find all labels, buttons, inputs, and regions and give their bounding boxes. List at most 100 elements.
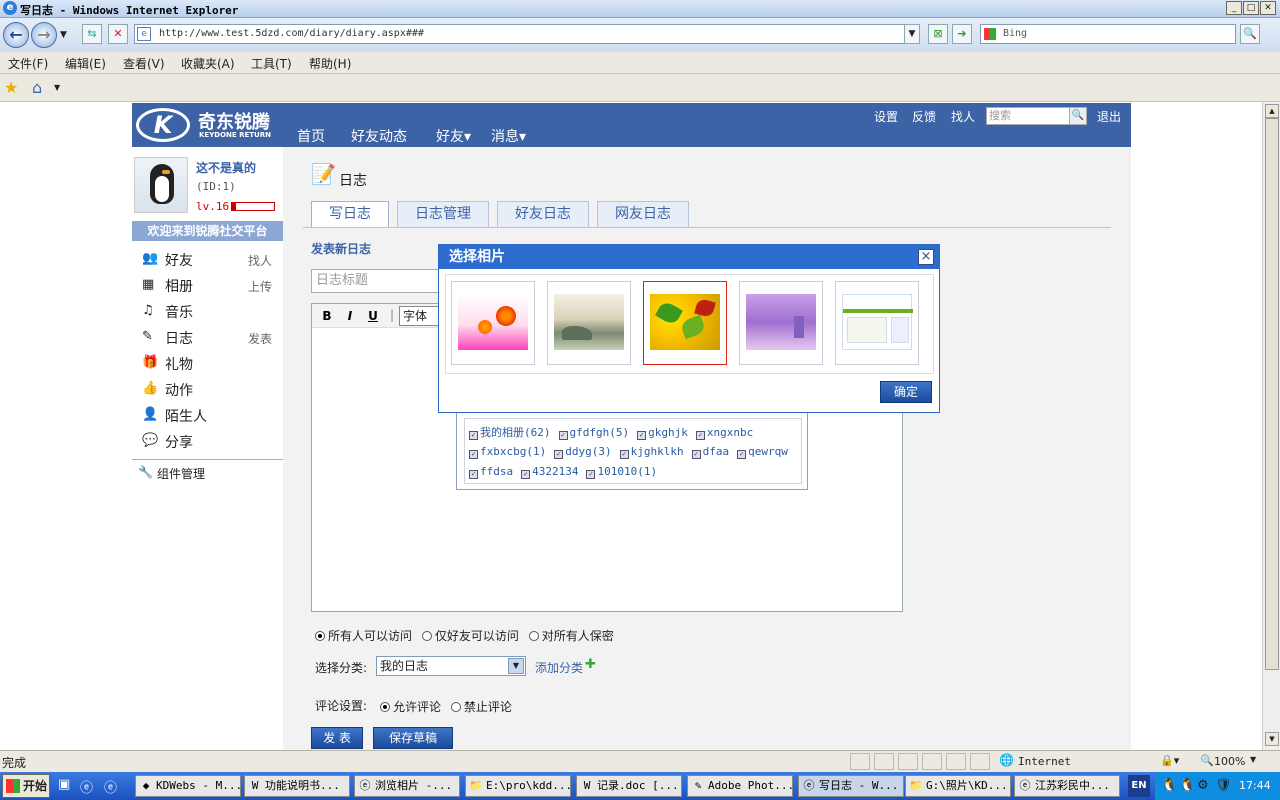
photo-thumb-3[interactable] (643, 281, 727, 365)
taskbar-task-1[interactable]: W 功能说明书... (244, 775, 350, 797)
vertical-scrollbar[interactable]: ▲ ▼ (1262, 102, 1280, 750)
album-checkbox[interactable]: ✓ (554, 450, 564, 459)
font-select[interactable]: 字体 (399, 306, 439, 326)
sidebar-item-0[interactable]: 👥 好友 找人 (142, 250, 278, 270)
sidebar-item-2[interactable]: ♫ 音乐 (142, 302, 278, 322)
photo-thumb-1[interactable] (451, 281, 535, 365)
album-checkbox[interactable]: ✓ (637, 431, 647, 440)
maximize-button[interactable]: □ (1243, 1, 1259, 15)
sidebar-item-4[interactable]: 🎁 礼物 (142, 354, 278, 374)
album-checkbox[interactable]: ✓ (695, 431, 705, 440)
protected-mode-icon[interactable]: 🔒▾ (1160, 754, 1179, 767)
forbid-comment-option[interactable]: 禁止评论 (450, 700, 512, 714)
add-category-link[interactable]: 添加分类 (535, 659, 583, 676)
dialog-close-button[interactable]: × (918, 249, 934, 265)
history-dropdown-icon[interactable]: ▼ (60, 30, 67, 40)
menu-view[interactable]: 查看(V) (123, 55, 165, 72)
album-checkbox[interactable]: ✓ (691, 450, 701, 459)
sidebar-item-label[interactable]: 音乐 (165, 302, 193, 322)
album-item[interactable]: ✓ ddyg(3) (554, 445, 612, 459)
sidebar-item-label[interactable]: 陌生人 (165, 406, 207, 426)
forward-button[interactable]: → (31, 22, 57, 48)
category-select[interactable]: 我的日志 ▼ (376, 656, 526, 676)
taskbar-task-3[interactable]: 📁 E:\pro\kdd... (465, 775, 571, 797)
menu-favorites[interactable]: 收藏夹(A) (181, 55, 235, 72)
sidebar-item-action[interactable]: 找人 (248, 252, 272, 269)
album-checkbox[interactable]: ✓ (469, 470, 478, 479)
save-draft-button[interactable]: 保存草稿 (373, 727, 453, 749)
taskbar-task-7[interactable]: 📁 G:\照片\KD... (905, 775, 1011, 797)
taskbar-task-8[interactable]: ⓔ 江苏彩民中... (1014, 775, 1120, 797)
tab-friend-diary[interactable]: 好友日志 (497, 201, 589, 227)
privacy-friends-radio[interactable] (421, 631, 432, 641)
album-checkbox[interactable]: ✓ (469, 450, 478, 459)
logout-link[interactable]: 退出 (1097, 108, 1121, 125)
album-checkbox[interactable]: ✓ (558, 431, 568, 440)
refresh-button[interactable]: ⇆ (82, 24, 102, 44)
sidebar-item-label[interactable]: 相册 (165, 276, 193, 296)
taskbar-task-2[interactable]: ⓔ 浏览相片 -... (354, 775, 460, 797)
taskbar-task-5[interactable]: ✎ Adobe Phot... (687, 775, 793, 797)
privacy-private-option[interactable]: 对所有人保密 (528, 629, 614, 643)
sidebar-item-6[interactable]: 👤 陌生人 (142, 406, 278, 426)
nav-friends[interactable]: 好友▾ (436, 126, 471, 146)
nav-friend-feed[interactable]: 好友动态 (351, 126, 407, 146)
album-item[interactable]: ✓ gfdfgh(5) (558, 426, 629, 440)
album-item[interactable]: ✓ qewrqw (737, 445, 788, 459)
photo-thumb-4[interactable] (739, 281, 823, 365)
privacy-public-option[interactable]: 所有人可以访问 (315, 629, 412, 643)
start-button[interactable]: 开始 (2, 774, 50, 798)
profile-name[interactable]: 这不是真的 (196, 159, 256, 176)
bold-button[interactable]: B (318, 307, 336, 325)
address-input[interactable]: http://www.test.5dzd.com/diary/diary.asp… (134, 24, 920, 44)
site-search-input[interactable]: 搜索 (986, 107, 1070, 125)
album-item[interactable]: ✓ fxbxcbg(1) (469, 445, 546, 459)
sidebar-item-label[interactable]: 好友 (165, 250, 193, 270)
taskbar-task-0[interactable]: ◆ KDWebs - M... (135, 775, 241, 797)
privacy-friends-option[interactable]: 仅好友可以访问 (421, 629, 519, 643)
sidebar-item-1[interactable]: ▦ 相册 上传 (142, 276, 278, 296)
photo-thumb-5[interactable] (835, 281, 919, 365)
quicklaunch-ie-icon[interactable]: ⓔ (80, 777, 93, 796)
settings-link[interactable]: 设置 (874, 108, 898, 125)
tab-net-diary[interactable]: 网友日志 (597, 201, 689, 227)
language-indicator[interactable]: EN (1128, 775, 1150, 797)
sidebar-item-action[interactable]: 上传 (248, 278, 272, 295)
minimize-button[interactable]: _ (1226, 1, 1242, 15)
zoom-dropdown-icon[interactable]: ▼ (1250, 755, 1256, 764)
plus-icon[interactable]: ✚ (585, 657, 596, 672)
home-icon[interactable]: ⌂ (32, 78, 42, 97)
avatar[interactable] (134, 157, 188, 213)
back-button[interactable]: ← (3, 22, 29, 48)
nav-messages[interactable]: 消息▾ (491, 126, 526, 146)
sidebar-item-label[interactable]: 日志 (165, 328, 193, 348)
album-checkbox[interactable]: ✓ (737, 450, 747, 459)
allow-comment-radio[interactable] (380, 702, 390, 712)
tab-diary-manage[interactable]: 日志管理 (397, 201, 489, 227)
privacy-private-radio[interactable] (528, 631, 539, 641)
menu-help[interactable]: 帮助(H) (309, 55, 351, 72)
favorites-star-icon[interactable]: ★ (4, 78, 18, 97)
underline-button[interactable]: U (364, 307, 382, 325)
close-window-button[interactable]: ✕ (1260, 1, 1276, 15)
album-checkbox[interactable]: ✓ (586, 470, 596, 479)
zoom-level[interactable]: 100% (1214, 755, 1245, 768)
album-item[interactable]: ✓ kjghklkh (619, 445, 684, 459)
search-button[interactable]: 🔍 (1240, 24, 1260, 44)
nav-home[interactable]: 首页 (297, 126, 325, 146)
qq-icon[interactable]: 🐧 (1161, 778, 1177, 793)
site-logo[interactable]: K 奇东锐腾 KEYDONE RETURN (136, 106, 286, 144)
tray-app-icon[interactable]: ⚙ (1197, 778, 1209, 793)
sidebar-item-7[interactable]: 💬 分享 (142, 432, 278, 452)
sidebar-item-action[interactable]: 发表 (248, 330, 272, 347)
stop-button[interactable]: ✕ (108, 24, 128, 44)
tab-write-diary[interactable]: 写日志 (311, 201, 389, 228)
album-item[interactable]: ✓ ffdsa (469, 465, 513, 479)
allow-comment-option[interactable]: 允许评论 (380, 700, 441, 714)
sidebar-item-3[interactable]: ✎ 日志 发表 (142, 328, 278, 348)
album-item[interactable]: ✓ gkghjk (637, 426, 688, 440)
album-checkbox[interactable]: ✓ (619, 450, 629, 459)
menu-tools[interactable]: 工具(T) (251, 55, 292, 72)
home-dropdown-icon[interactable]: ▼ (54, 83, 60, 92)
album-checkbox[interactable]: ✓ (469, 431, 478, 440)
